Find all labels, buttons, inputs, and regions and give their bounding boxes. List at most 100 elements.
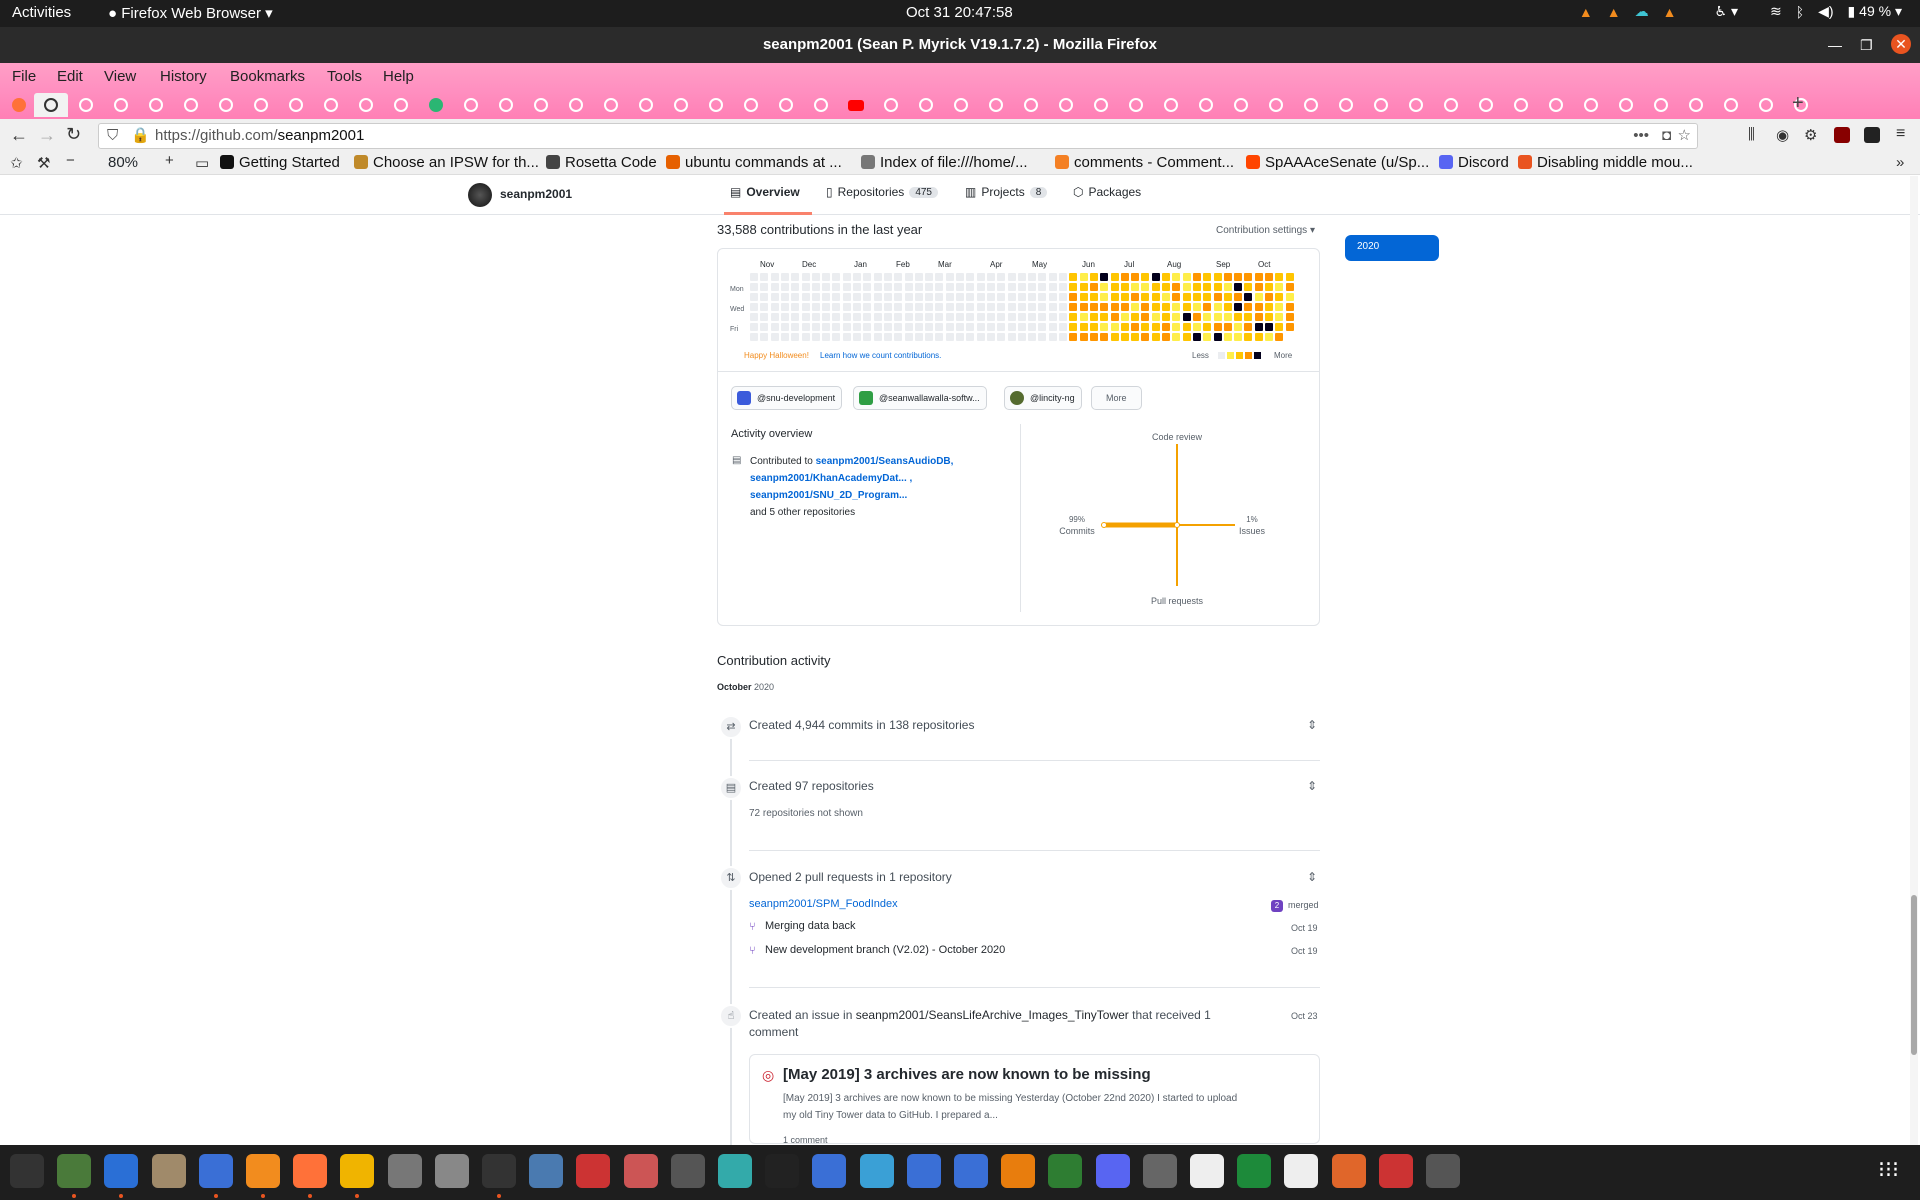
minimize-button[interactable]: — [1828,27,1842,63]
contribution-day[interactable] [935,273,944,281]
contribution-day[interactable] [883,283,892,291]
bookmark-item[interactable]: Choose an IPSW for th... [354,154,539,171]
contribution-day[interactable] [1213,293,1222,301]
contribution-day[interactable] [1182,273,1191,281]
repos-not-shown[interactable]: 72 repositories not shown [749,808,863,819]
contribution-day[interactable] [1131,293,1140,301]
contribution-day[interactable] [976,333,985,341]
contribution-day[interactable] [1244,293,1253,301]
contribution-day[interactable] [1100,303,1109,311]
contribution-day[interactable] [1285,283,1294,291]
contribution-day[interactable] [1234,333,1243,341]
contribution-day[interactable] [853,283,861,291]
contribution-day[interactable] [976,273,985,281]
gimp-dock-icon[interactable] [1426,1154,1460,1188]
show-applications-icon[interactable]: ⁝⁝⁝ [1878,1157,1899,1183]
browser-tab[interactable] [839,93,873,117]
contribution-day[interactable] [770,303,779,311]
contribution-day[interactable] [1069,333,1078,341]
contribution-day[interactable] [1038,273,1047,281]
contribution-day[interactable] [1162,293,1170,301]
contribution-day[interactable] [925,303,934,311]
contribution-day[interactable] [832,293,841,301]
contribution-day[interactable] [945,333,954,341]
contribution-day[interactable] [760,303,769,311]
contribution-day[interactable] [925,293,934,301]
contribution-day[interactable] [1120,323,1129,331]
contribution-day[interactable] [1131,303,1140,311]
contribution-day[interactable] [832,283,841,291]
contribution-day[interactable] [1162,333,1170,341]
inkscape-2-dock-icon[interactable] [765,1154,800,1188]
contribution-day[interactable] [1244,333,1253,341]
contribution-day[interactable] [1028,323,1037,331]
contribution-day[interactable] [997,333,1006,341]
contribution-day[interactable] [1182,323,1191,331]
spreadsheet-dock-icon[interactable] [1237,1154,1272,1188]
contribution-day[interactable] [1110,313,1119,321]
contribution-day[interactable] [1079,273,1088,281]
contribution-day[interactable] [1254,333,1263,341]
browser-tab[interactable] [104,93,138,117]
contribution-day[interactable] [873,333,882,341]
contribution-day[interactable] [1028,313,1037,321]
contribution-day[interactable] [1151,273,1160,281]
contribution-day[interactable] [1141,273,1150,281]
contribution-day[interactable] [853,323,861,331]
contribution-day[interactable] [853,293,861,301]
contribution-day[interactable] [1120,283,1129,291]
contribution-day[interactable] [1244,273,1253,281]
contribution-day[interactable] [935,313,944,321]
contribution-day[interactable] [853,333,861,341]
bookmarks-overflow-icon[interactable]: » [1896,154,1904,171]
contribution-day[interactable] [1038,313,1047,321]
browser-tab[interactable] [419,93,453,117]
contribution-day[interactable] [1069,313,1078,321]
contribution-day[interactable] [1203,293,1212,301]
contribution-day[interactable] [1007,273,1016,281]
browser-tab[interactable] [1434,93,1468,117]
contribution-day[interactable] [873,303,882,311]
clock[interactable]: Oct 31 20:47:58 [906,4,1013,21]
app-menu[interactable]: ● Firefox Web Browser ▾ [108,4,273,22]
contribution-day[interactable] [945,323,954,331]
contribution-day[interactable] [750,323,758,331]
contribution-day[interactable] [1048,293,1057,301]
contribution-day[interactable] [1131,313,1140,321]
browser-tab[interactable] [1749,93,1783,117]
contribution-day[interactable] [894,273,903,281]
contribution-day[interactable] [1275,313,1284,321]
accessibility-icon[interactable]: ♿ ▾ [1715,3,1738,20]
menu-history[interactable]: History [160,68,207,85]
learn-link[interactable]: Learn how we count contributions. [820,351,941,360]
contribution-day[interactable] [1234,283,1243,291]
contribution-day[interactable] [1151,293,1160,301]
browser-tab[interactable] [314,93,348,117]
contribution-day[interactable] [1079,323,1088,331]
contribution-day[interactable] [904,273,913,281]
contribution-day[interactable] [822,293,831,301]
contribution-day[interactable] [1265,293,1273,301]
contribution-day[interactable] [1151,323,1160,331]
contribution-day[interactable] [801,283,810,291]
opened-prs-summary[interactable]: Opened 2 pull requests in 1 repository [749,870,952,884]
contribution-day[interactable] [1028,293,1037,301]
contribution-day[interactable] [832,313,841,321]
contribution-day[interactable] [750,273,758,281]
contribution-day[interactable] [986,333,995,341]
zoom-out-icon[interactable]: − [66,152,75,169]
contribution-day[interactable] [883,333,892,341]
contribution-day[interactable] [1223,303,1232,311]
pr-title[interactable]: New development branch (V2.02) - October… [765,944,1005,956]
browser-tab[interactable] [874,93,908,117]
contribution-day[interactable] [1172,313,1181,321]
contribution-day[interactable] [997,313,1006,321]
org-filter-lincity-ng[interactable]: @lincity-ng [1004,386,1082,410]
screenshot-dock-icon[interactable] [434,1154,469,1188]
issue-repo-link[interactable]: seanpm2001/SeansLifeArchive_Images_TinyT… [856,1008,1129,1022]
screenshot-tool-dock-icon[interactable] [906,1154,941,1188]
contribution-day[interactable] [1254,303,1263,311]
contribution-day[interactable] [1048,283,1057,291]
contribution-day[interactable] [1203,313,1212,321]
browser-tab[interactable] [1259,93,1293,117]
